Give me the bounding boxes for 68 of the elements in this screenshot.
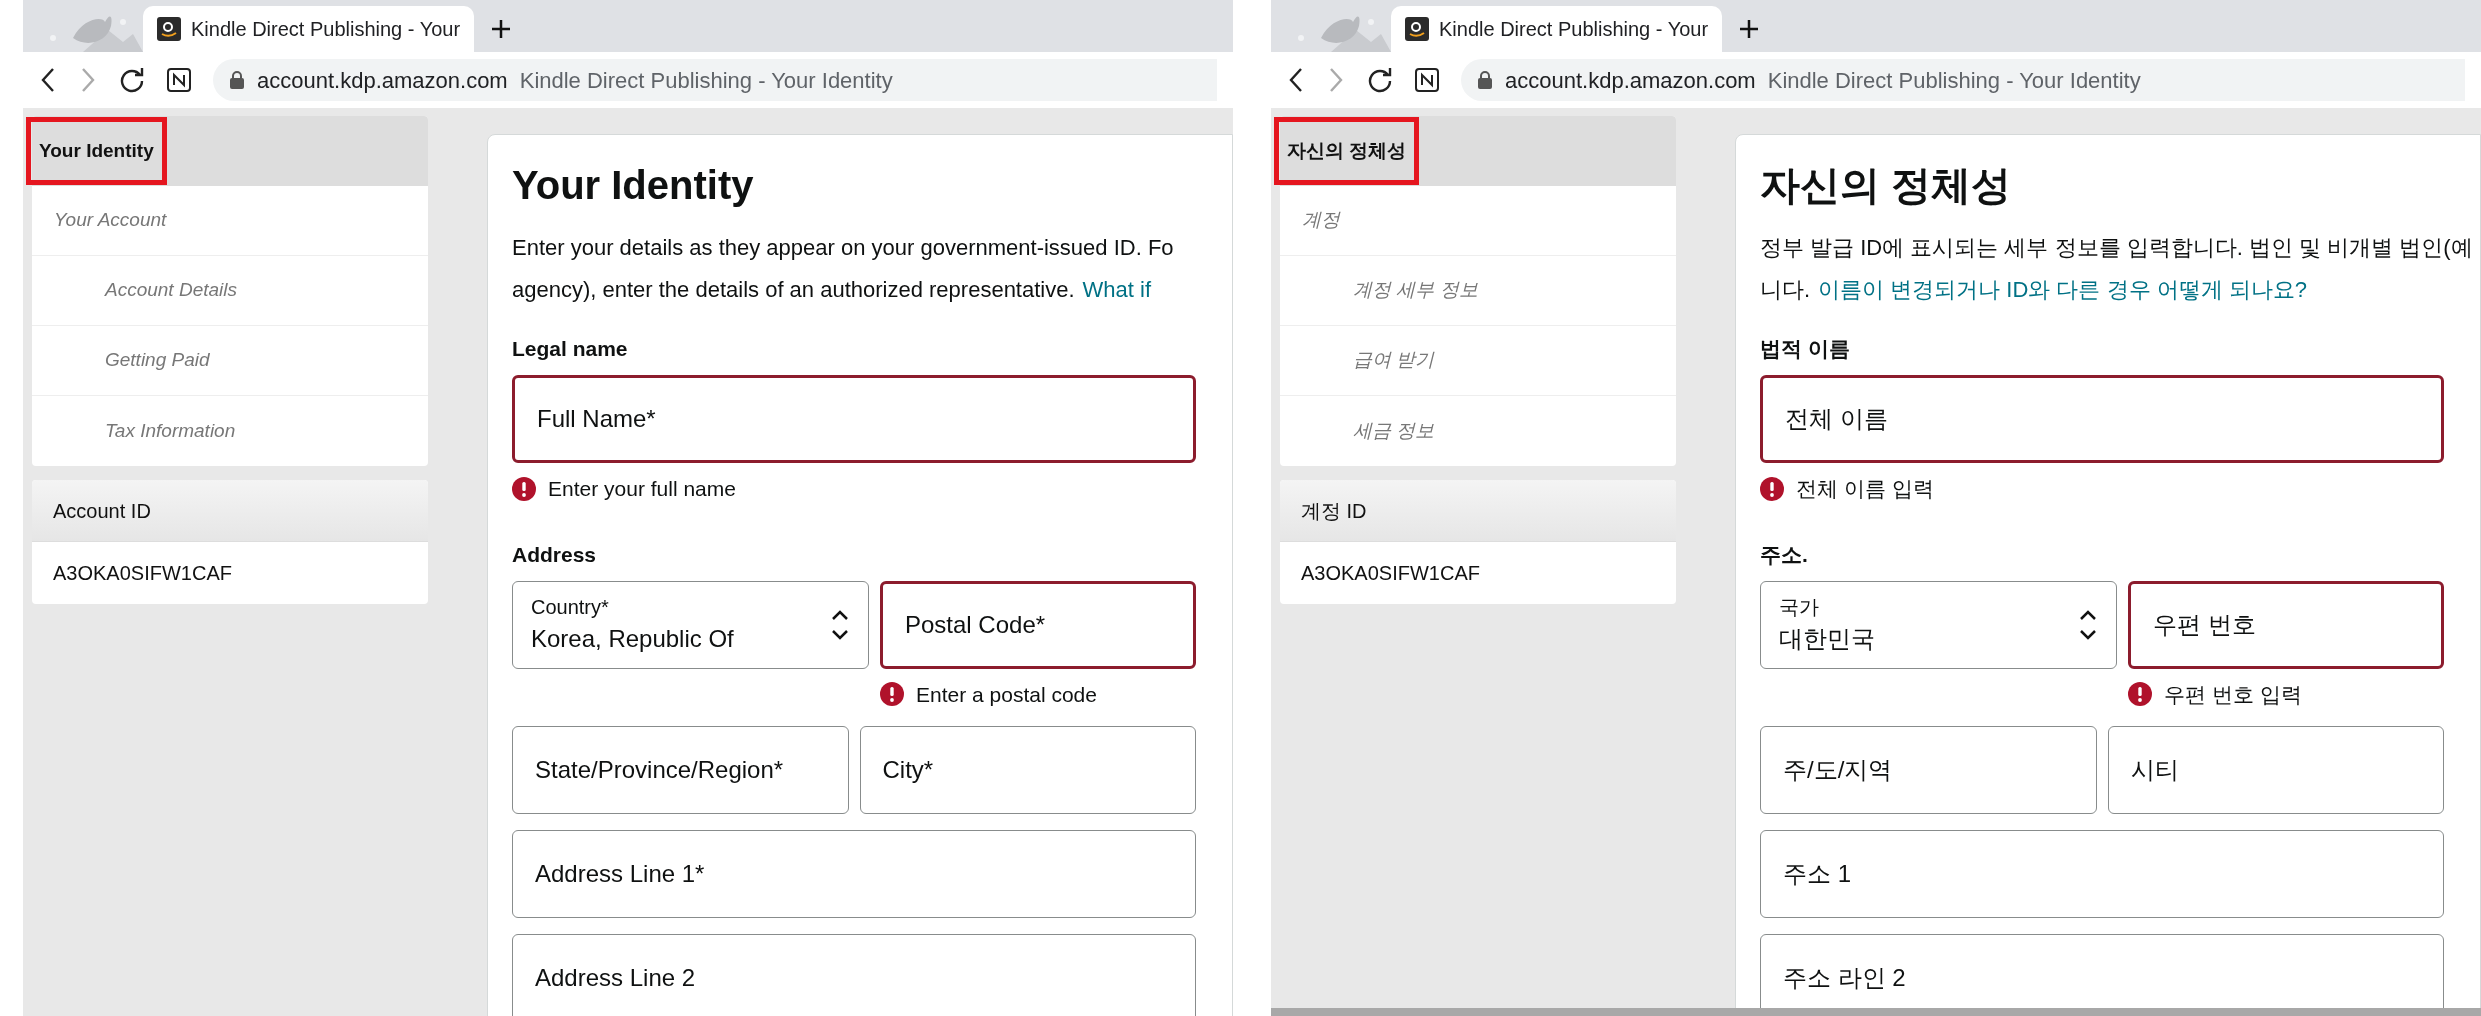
sidebar-title[interactable]: 자신의 정체성 [1274, 117, 1420, 185]
error-icon [512, 476, 536, 501]
address-bar[interactable]: account.kdp.amazon.com Kindle Direct Publishing - Your Identity [1461, 59, 2465, 101]
text-field[interactable]: Postal Code* [880, 580, 1196, 669]
sidebar-subitem[interactable]: 세금 정보 [1280, 396, 1676, 466]
browser-tab[interactable]: Kindle Direct Publishing - Your [143, 6, 475, 52]
text-field[interactable]: 주소 1 [1760, 830, 2444, 918]
text-field[interactable]: City* [859, 726, 1196, 814]
account-id-value: A3OKA0SIFW1CAF [52, 561, 233, 586]
intro-text: agency), enter the details of an authorized representative. [512, 276, 1075, 304]
text-field[interactable]: State/Province/Region* [512, 726, 849, 814]
text-field[interactable]: Full Name* [512, 375, 1196, 463]
extension-icon[interactable] [1415, 68, 1439, 92]
account-id-label: 계정 ID [1280, 480, 1676, 542]
error-message: Enter your full name [548, 476, 736, 502]
horizontal-scrollbar[interactable] [1271, 1008, 2481, 1016]
url-text: account.kdp.amazon.com [257, 66, 508, 95]
error-icon [2128, 682, 2152, 707]
section-label: Address [512, 541, 598, 568]
select-field[interactable]: Country* Korea, Republic Of [512, 580, 869, 669]
new-tab-icon[interactable] [490, 18, 513, 40]
sidebar-subitem[interactable]: 계정 세부 정보 [1280, 256, 1676, 326]
lock-icon [1477, 70, 1493, 90]
browser-tab[interactable]: Kindle Direct Publishing - Your [1391, 6, 1723, 52]
text-field[interactable]: 우편 번호 [2128, 580, 2444, 669]
sidebar-item[interactable]: Your Account [32, 186, 428, 256]
error-icon [880, 682, 904, 707]
favicon-icon [1405, 17, 1429, 41]
reload-icon[interactable] [119, 67, 145, 93]
error-icon [1760, 476, 1784, 501]
text-field[interactable]: 주/도/지역 [1760, 726, 2097, 814]
sidebar-item[interactable]: 계정 [1280, 186, 1676, 256]
help-link[interactable]: What if [1082, 273, 1152, 306]
section-label: 주소. [1760, 541, 1809, 568]
back-icon[interactable] [1287, 67, 1305, 93]
intro-text: Enter your details as they appear on your government-issued ID. Fo [512, 234, 1174, 262]
lock-icon [229, 70, 245, 90]
select-field[interactable]: 국가 대한민국 [1760, 580, 2117, 669]
intro-text: 니다. [1760, 276, 1811, 304]
reload-icon[interactable] [1367, 67, 1393, 93]
account-id-label: Account ID [32, 480, 428, 542]
new-tab-icon[interactable] [1738, 18, 1761, 40]
extension-icon[interactable] [167, 68, 191, 92]
text-field[interactable]: Address Line 2 [512, 934, 1196, 1016]
address-bar[interactable]: account.kdp.amazon.com Kindle Direct Publishing - Your Identity [213, 59, 1217, 101]
help-link[interactable]: 이름이 변경되거나 ID와 다른 경우 어떻게 되나요? [1818, 273, 2308, 306]
text-field[interactable]: 시티 [2107, 726, 2444, 814]
page-heading: 자신의 정체성 [1760, 162, 2013, 209]
sidebar-subitem[interactable]: Getting Paid [32, 326, 428, 396]
error-message: Enter a postal code [916, 681, 1097, 708]
error-message: 전체 이름 입력 [1796, 476, 1934, 502]
account-id-value: A3OKA0SIFW1CAF [1300, 561, 1481, 586]
page-title: Kindle Direct Publishing - Your Identity [519, 66, 893, 95]
text-field[interactable]: Address Line 1* [512, 830, 1196, 918]
intro-text: 정부 발급 ID에 표시되는 세부 정보를 입력합니다. 법인 및 비개별 법인(예 [1760, 234, 2473, 262]
text-field[interactable]: 전체 이름 [1760, 375, 2444, 463]
sidebar-subitem[interactable]: 급여 받기 [1280, 326, 1676, 396]
url-text: account.kdp.amazon.com [1505, 66, 1756, 95]
favicon-icon [157, 17, 181, 41]
back-icon[interactable] [39, 67, 57, 93]
sidebar-subitem[interactable]: Account Details [32, 256, 428, 326]
sidebar-subitem[interactable]: Tax Information [32, 396, 428, 466]
sidebar-title[interactable]: Your Identity [26, 117, 167, 185]
section-label: 법적 이름 [1760, 336, 1851, 362]
page-title: Kindle Direct Publishing - Your Identity [1767, 66, 2141, 95]
page-heading: Your Identity [512, 162, 755, 209]
error-message: 우편 번호 입력 [2164, 681, 2302, 708]
section-label: Legal name [512, 336, 629, 362]
